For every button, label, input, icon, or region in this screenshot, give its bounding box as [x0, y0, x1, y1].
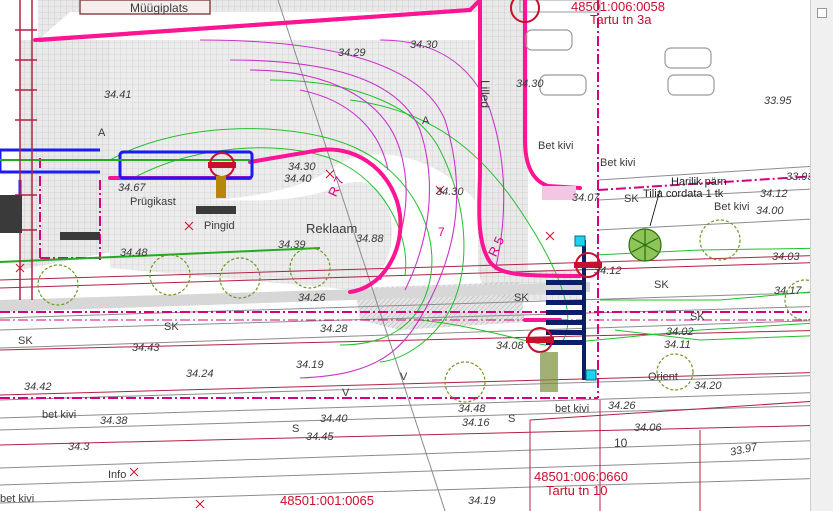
elevation: 34.19 — [296, 359, 324, 371]
elevation: 34.07 — [572, 192, 600, 204]
label-sk: SK — [164, 321, 179, 333]
label-concrete-paver-3: bet kivi — [42, 409, 77, 421]
label-sk: SK — [654, 279, 669, 291]
elevation: 34.17 — [774, 285, 802, 297]
label-a: A — [422, 115, 430, 127]
elevation: 34.48 — [120, 247, 148, 259]
elevation: 34.08 — [496, 340, 524, 352]
parcel-id-bottom: 48501:001:0065 — [280, 493, 374, 508]
label-v: V — [400, 371, 408, 383]
label-a: A — [98, 127, 106, 139]
elevation: 34.67 — [118, 182, 146, 194]
cad-drawing-canvas[interactable]: 48501:006:0058 Tartu tn 3a 48501:006:066… — [0, 0, 833, 511]
label-s: S — [508, 413, 516, 425]
label-s: S — [292, 423, 300, 435]
elevation: 34.48 — [458, 403, 486, 415]
parked-cars — [525, 29, 715, 96]
label-sk: SK — [624, 193, 639, 205]
label-concrete-paver-6: Bet kivi — [714, 201, 750, 213]
elevation: 34.02 — [666, 326, 694, 338]
elevation: 34.26 — [298, 292, 326, 304]
elevation: 34.3 — [68, 441, 90, 453]
label-concrete-paver-1: Bet kivi — [538, 140, 574, 152]
elevation: 34.42 — [24, 381, 52, 393]
elevation: 34.39 — [278, 239, 306, 251]
elevation: 34.30 — [410, 39, 438, 51]
elevation: 34.12 — [760, 188, 788, 200]
parcel-address-bottom-right: Tartu tn 10 — [546, 483, 608, 498]
elevation: 34.03 — [772, 251, 800, 263]
label-concrete-paver-2: Bet kivi — [600, 157, 636, 169]
label-benches: Pingid — [204, 220, 235, 232]
elevation: 34.28 — [320, 323, 348, 335]
elevation: 34.16 — [462, 417, 490, 429]
elevation: 34.19 — [468, 495, 496, 507]
elevation: 34.40 — [320, 413, 348, 425]
tree-note-line1: Harilik pärn — [671, 176, 727, 188]
label-concrete-paver-5: bet kivi — [0, 493, 35, 505]
parcel-id-bottom-right: 48501:006:0660 — [534, 469, 628, 484]
elevation: 34.20 — [694, 380, 722, 392]
tree-note-line2: Tilia cordata 1 tk — [643, 188, 724, 200]
label-info: Info — [108, 469, 127, 481]
label-sk: SK — [690, 311, 705, 323]
parcel-address-top: Tartu tn 3a — [590, 12, 652, 27]
label-v: V — [342, 387, 350, 399]
label-house-number: 10 — [614, 436, 628, 450]
elevation: 34.26 — [608, 400, 636, 412]
elevation: 34.45 — [306, 431, 334, 443]
number-marker: 7 — [438, 225, 445, 239]
label-advert: Reklaam — [306, 221, 358, 236]
panel-marker[interactable] — [817, 8, 827, 18]
label-lilled: Lilled — [478, 80, 492, 109]
elevation: 34.88 — [356, 233, 384, 245]
elevation: 34.43 — [132, 342, 160, 354]
elevation: 34.11 — [664, 339, 691, 351]
elevation: 34.38 — [100, 415, 128, 427]
pillar-2 — [216, 176, 226, 198]
entrance-hatch — [542, 186, 576, 200]
elevation: 34.00 — [756, 205, 784, 217]
elevation: 34.06 — [634, 422, 662, 434]
label-trash: Prügikast — [130, 196, 176, 208]
label-sk: SK — [514, 292, 529, 304]
pillar — [540, 352, 558, 392]
right-side-panel — [810, 0, 833, 511]
elevation: 34.30 — [436, 186, 464, 198]
elevation: 33.95 — [764, 95, 792, 107]
label-concrete-paver-4: bet kivi — [555, 403, 590, 415]
label-sk: SK — [18, 335, 33, 347]
label-orient: Orient — [648, 371, 678, 383]
label-market: Müügiplats — [130, 1, 189, 15]
elevation: 34.24 — [186, 368, 214, 380]
elevation: 34.30 — [288, 161, 316, 173]
elevation: 34.12 — [594, 265, 622, 277]
elevation: 34.29 — [338, 47, 366, 59]
elevation: 34.41 — [104, 89, 132, 101]
elevation: 34.30 — [516, 78, 544, 90]
elevation: 34.40 — [284, 173, 312, 185]
